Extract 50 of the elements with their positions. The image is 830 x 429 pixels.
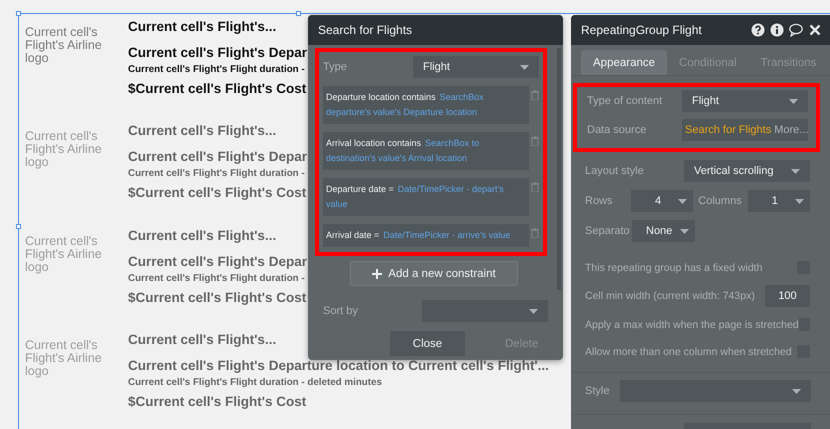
dropdown[interactable]: 1	[748, 190, 810, 212]
field-label: Separato	[585, 225, 631, 237]
constraint-field[interactable]: Arrival date = Date/TimePicker - arrive's value	[323, 224, 529, 247]
field-label: Sort by	[323, 305, 358, 317]
tab[interactable]: Appearance	[581, 50, 668, 75]
field-label: Layout style	[585, 165, 644, 177]
field-label: Rows	[585, 195, 614, 207]
panel-button[interactable]: Close	[390, 331, 465, 356]
flight-title: Current cell's Flight's...	[128, 18, 276, 35]
flight-duration: Current cell's Flight's Flight duration -	[128, 167, 305, 180]
logo-text: Current cell's Flight's Airline logo	[25, 336, 103, 380]
logo-text: Current cell's Flight's Airline logo	[25, 24, 103, 67]
option-label: This repeating group has a fixed width	[585, 262, 762, 274]
dropdown[interactable]: Flight	[682, 90, 808, 112]
field-label: Style	[585, 385, 610, 397]
flight-cost: $Current cell's Flight's Cost	[128, 80, 306, 97]
dropdown[interactable]: Vertical scrolling	[684, 160, 810, 182]
flight-duration: Current cell's Flight's Flight duration -	[128, 272, 305, 284]
flight-title: Current cell's Flight's...	[128, 330, 276, 348]
flight-cost: $Current cell's Flight's Cost	[128, 184, 306, 202]
constraint-field[interactable]: Departure date = Date/TimePicker - depart's value	[323, 178, 529, 216]
constraint-field[interactable]: Departure location contains SearchBox departure's value's Departure location	[323, 86, 529, 124]
option-label: Cell min width (current width: 743px)	[585, 290, 755, 302]
panel-title: Search for Flights	[308, 15, 563, 45]
field-label: Data source	[587, 124, 646, 136]
data-source-field[interactable]: Search for Flights More...	[682, 119, 808, 141]
panel-title: RepeatingGroup Flight	[581, 23, 702, 37]
constraint-field[interactable]: Arrival location contains SearchBox to destination's value's Arrival location	[323, 132, 529, 170]
flight-title: Current cell's Flight's...	[128, 122, 276, 140]
flight-route: Current cell's Flight's Depar	[128, 44, 307, 61]
option-label: Allow more than one column when stretched	[585, 346, 792, 358]
flight-duration: Current cell's Flight's Flight duration - deleted minutes	[128, 376, 382, 389]
flight-duration: Current cell's Flight's Flight duration -	[128, 63, 305, 76]
flight-cost: $Current cell's Flight's Cost	[128, 392, 306, 410]
number-field[interactable]: 100	[765, 285, 810, 307]
flight-title: Current cell's Flight's...	[128, 226, 276, 244]
dropdown[interactable]: 4	[631, 190, 694, 212]
logo-text: Current cell's Flight's Airline logo	[25, 128, 103, 172]
option-label: Apply a max width when the page is stretched	[585, 318, 799, 330]
dropdown[interactable]: Flight	[413, 56, 539, 78]
flight-route: Current cell's Flight's Depar	[128, 148, 307, 166]
add-constraint-button[interactable]: Add a new constraint	[350, 261, 518, 286]
logo-text: Current cell's Flight's Airline logo	[25, 232, 103, 276]
field-label: Type	[323, 61, 347, 73]
field-label: Columns	[698, 195, 742, 207]
field-label: Type of content	[587, 95, 662, 107]
dropdown[interactable]: None	[632, 220, 695, 242]
flight-cost: $Current cell's Flight's Cost	[128, 288, 306, 306]
flight-route: Current cell's Flight's Departure location to Current cell's Flight'...	[128, 356, 549, 374]
flight-route: Current cell's Flight's Depar	[128, 252, 307, 270]
